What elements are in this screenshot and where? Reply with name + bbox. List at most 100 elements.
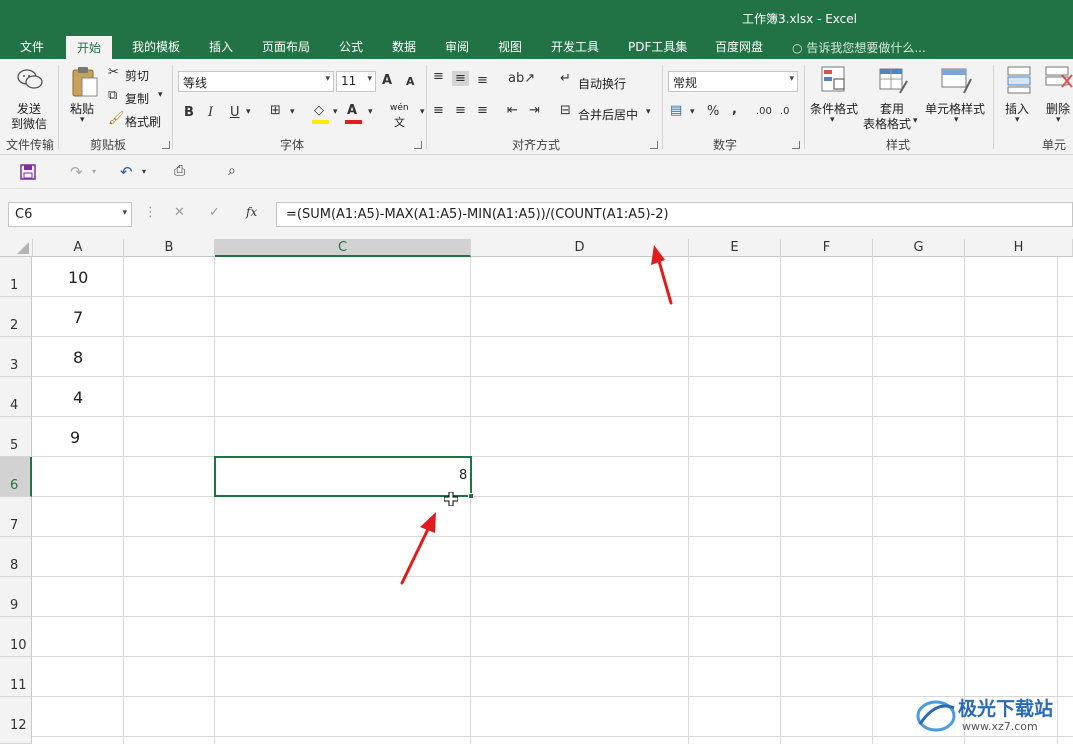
chevron-down-icon: ▾ [158,90,163,100]
align-middle-icon[interactable]: ≡ [452,71,469,86]
merge-cells-icon: ⊟ [560,103,571,118]
comma-style-button[interactable]: , [732,102,737,117]
tab-home[interactable]: 开始 [66,36,113,59]
column-header-b[interactable]: B [124,239,215,257]
tab-baidu-netdisk[interactable]: 百度网盘 [715,38,763,55]
underline-button[interactable]: U [230,105,240,120]
copy-label: 复制 [125,92,150,106]
tab-data[interactable]: 数据 [392,38,416,55]
font-size-select[interactable]: 11 ▾ [336,71,376,92]
column-header-g[interactable]: G [873,239,965,257]
ribbon-home: 发送 到微信 文件传输 粘贴 ▾ ✂ 剪切 ⧉ 复制 ▾ 🖌 格式刷 剪贴板 等… [0,59,1073,169]
cancel-icon[interactable]: ✕ [174,205,185,220]
confirm-icon[interactable]: ✓ [209,205,220,220]
row-header-10[interactable]: 10 [0,617,32,657]
row-header-11[interactable]: 11 [0,657,32,697]
ribbon-tab-bar: 文件 开始 我的模板 插入 页面布局 公式 数据 审阅 视图 开发工具 PDF工… [0,34,1073,59]
number-format-select[interactable]: 常规 ▾ [668,71,798,92]
cell-a3[interactable]: 8 [73,348,83,367]
fill-handle[interactable] [468,493,474,499]
text-orientation-icon[interactable]: ab↗ [508,71,535,86]
worksheet-grid[interactable]: A B C D E F G H 1 2 3 4 5 6 7 8 9 10 11 … [0,239,1073,744]
gridline [32,416,1073,417]
phonetic-guide-button[interactable]: wén 文 [388,103,418,129]
undo-icon[interactable]: ↶ [120,163,133,181]
font-name-select[interactable]: 等线 ▾ [178,71,334,92]
row-header-1[interactable]: 1 [0,257,32,297]
decrease-font-size-icon[interactable]: A [406,75,415,88]
font-color-button[interactable]: A [345,103,365,125]
alignment-launcher-icon[interactable] [650,141,658,149]
chevron-down-icon: ▾ [290,107,295,117]
font-color-a-icon: A [347,103,358,118]
tab-review[interactable]: 审阅 [445,38,469,55]
column-header-a[interactable]: A [33,239,124,257]
clipboard-icon [72,67,98,97]
cell-a2[interactable]: 7 [73,308,83,327]
cell-a1[interactable]: 10 [68,268,88,287]
decrease-indent-icon[interactable]: ⇤ [507,103,518,118]
print-preview-icon[interactable]: ⎙ [174,163,185,179]
tab-formulas[interactable]: 公式 [339,38,363,55]
save-icon[interactable] [20,164,36,180]
increase-font-size-icon[interactable]: A [382,73,392,88]
formula-input[interactable]: =(SUM(A1:A5)-MAX(A1:A5)-MIN(A1:A5))/(COU… [276,202,1073,227]
italic-button[interactable]: I [208,105,213,120]
name-box[interactable]: C6 ▾ [8,202,132,227]
conditional-formatting-icon [821,66,845,92]
delete-cells-icon [1045,66,1073,88]
tab-developer[interactable]: 开发工具 [551,38,599,55]
font-color-swatch [345,120,362,124]
row-header-8[interactable]: 8 [0,537,32,577]
redo-icon[interactable]: ↷ [70,163,83,181]
accounting-format-icon[interactable]: ▤ [670,103,682,118]
group-separator [993,65,994,149]
tab-insert[interactable]: 插入 [209,38,233,55]
tab-my-templates[interactable]: 我的模板 [132,38,180,55]
clipboard-launcher-icon[interactable] [162,141,170,149]
gridline [688,257,689,744]
chevron-down-icon: ▾ [830,115,835,125]
annotation-arrow-icon [400,512,436,585]
cell-a4[interactable]: 4 [73,388,83,407]
align-right-icon[interactable]: ≡ [477,103,488,118]
tab-page-layout[interactable]: 页面布局 [262,38,310,55]
align-center-icon[interactable]: ≡ [455,103,466,118]
tab-pdf-tools[interactable]: PDF工具集 [628,38,687,55]
fill-color-button[interactable]: ◇ [312,103,332,125]
row-header-12[interactable]: 12 [0,697,32,744]
bold-button[interactable]: B [184,105,194,120]
borders-icon[interactable]: ⊞ [270,103,281,118]
font-launcher-icon[interactable] [414,141,422,149]
cell-styles-icon [941,68,972,94]
tab-view[interactable]: 视图 [498,38,522,55]
number-launcher-icon[interactable] [792,141,800,149]
align-bottom-icon[interactable]: ≡ [477,73,488,88]
column-header-h[interactable]: H [965,239,1073,257]
row-header-6[interactable]: 6 [0,457,32,497]
increase-indent-icon[interactable]: ⇥ [529,103,540,118]
row-header-4[interactable]: 4 [0,377,32,417]
row-header-2[interactable]: 2 [0,297,32,337]
font-name-value: 等线 [183,76,208,90]
tab-file[interactable]: 文件 [20,38,44,55]
column-header-c[interactable]: C [215,239,471,257]
increase-decimal-button[interactable]: .00 [756,106,772,117]
align-top-icon[interactable]: ≡ [433,69,444,84]
column-header-e[interactable]: E [689,239,781,257]
zoom-preview-icon[interactable]: ⌕ [228,163,236,179]
row-header-3[interactable]: 3 [0,337,32,377]
percent-style-button[interactable]: % [707,104,719,119]
tell-me-search[interactable]: ○ 告诉我您想要做什么... [792,39,926,56]
column-header-f[interactable]: F [781,239,873,257]
row-header-9[interactable]: 9 [0,577,32,617]
insert-function-icon[interactable]: fx [246,205,257,219]
format-painter-label: 格式刷 [125,115,162,129]
selected-cell-c6[interactable] [214,456,474,499]
align-left-icon[interactable]: ≡ [433,103,444,118]
row-header-7[interactable]: 7 [0,497,32,537]
cell-a5[interactable]: 9 [70,428,80,447]
select-all-corner[interactable] [0,239,33,257]
row-header-5[interactable]: 5 [0,417,32,457]
decrease-decimal-button[interactable]: .0 [780,106,790,117]
